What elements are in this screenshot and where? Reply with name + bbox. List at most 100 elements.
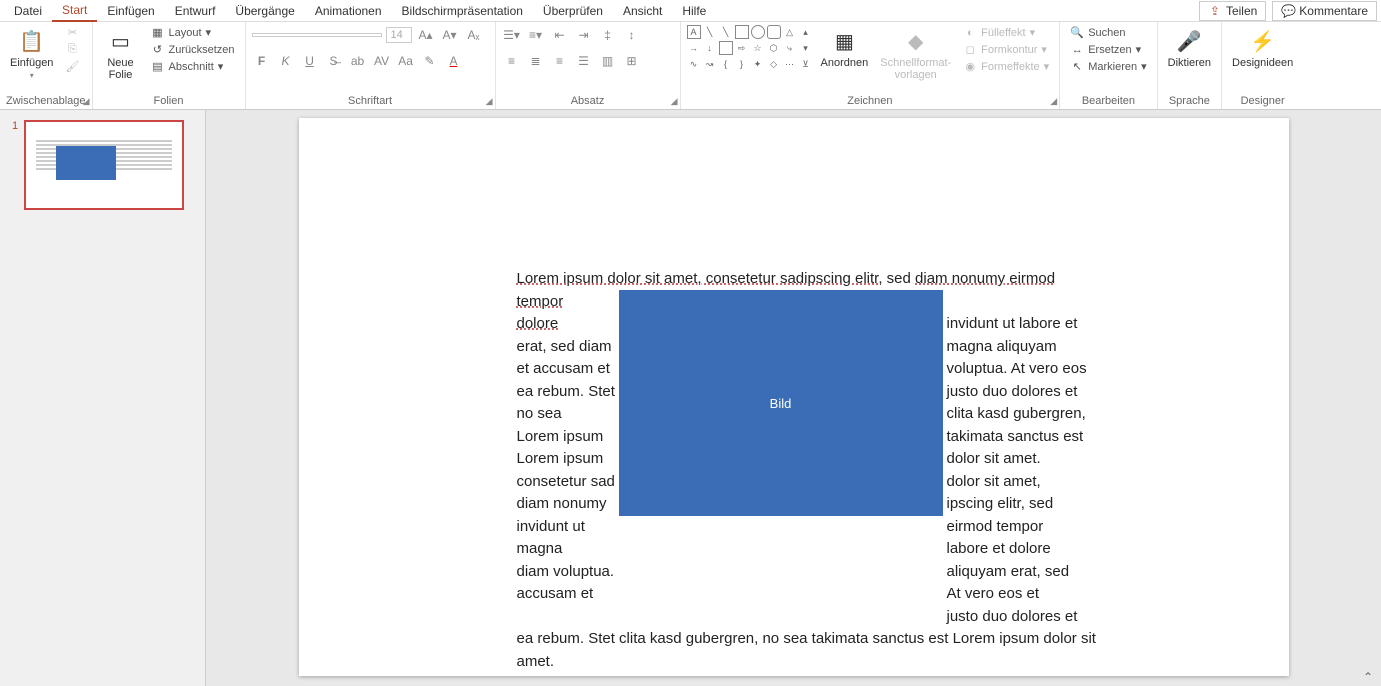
group-clipboard: 📋 Einfügen ▾ ✂ ⎘ 🖌 Zwischenablage ◢ — [0, 22, 93, 109]
columns-button[interactable]: ▥ — [598, 51, 618, 71]
shape-line[interactable]: ╲ — [703, 25, 717, 39]
numbering-button[interactable]: ≡▾ — [526, 25, 546, 45]
format-painter-button[interactable]: 🖌 — [61, 59, 83, 74]
paste-button[interactable]: 📋 Einfügen ▾ — [6, 25, 57, 82]
clipboard-launcher[interactable]: ◢ — [83, 96, 90, 107]
shape-more[interactable]: ⋯ — [783, 57, 797, 71]
t: labore et dolore — [947, 538, 1097, 561]
reset-button[interactable]: ↺Zurücksetzen — [147, 42, 239, 57]
effects-button[interactable]: ◉Formeffekte ▾ — [959, 59, 1053, 74]
change-case-button[interactable]: Aa — [396, 51, 416, 71]
align-left-button[interactable]: ≡ — [502, 51, 522, 71]
align-right-button[interactable]: ≡ — [550, 51, 570, 71]
tab-hilfe[interactable]: Hilfe — [672, 1, 716, 21]
find-button[interactable]: 🔍Suchen — [1066, 25, 1150, 40]
shape-arrow-d[interactable]: ↓ — [703, 41, 717, 55]
shape-brace-r[interactable]: } — [735, 57, 749, 71]
paragraph-launcher[interactable]: ◢ — [671, 96, 678, 107]
shape-triangle[interactable]: △ — [783, 25, 797, 39]
underline-button[interactable]: U — [300, 51, 320, 71]
t: erat, sed diam — [517, 336, 617, 359]
align-center-button[interactable]: ≣ — [526, 51, 546, 71]
text-left-col: dolore erat, sed diam et accusam et ea r… — [517, 313, 617, 628]
increase-font-button[interactable]: A▴ — [416, 25, 436, 45]
quick-styles-button[interactable]: ◆ Schnellformat- vorlagen — [876, 25, 955, 83]
tab-start[interactable]: Start — [52, 0, 97, 22]
shape-rect[interactable] — [735, 25, 749, 39]
font-color-button[interactable]: A — [444, 51, 464, 71]
tab-entwurf[interactable]: Entwurf — [165, 1, 226, 21]
highlight-button[interactable]: ✎ — [420, 51, 440, 71]
clear-format-button[interactable]: Aₓ — [464, 25, 484, 45]
tab-datei[interactable]: Datei — [4, 1, 52, 21]
copy-button[interactable]: ⎘ — [61, 42, 83, 57]
text-direction-button[interactable]: ↕ — [622, 25, 642, 45]
font-launcher[interactable]: ◢ — [486, 96, 493, 107]
replace-button[interactable]: ↔Ersetzen ▾ — [1066, 42, 1150, 57]
increase-indent-button[interactable]: ⇥ — [574, 25, 594, 45]
fill-icon: ◐ — [963, 27, 977, 39]
shape-arrow-r[interactable]: → — [687, 41, 701, 55]
shape-textbox[interactable]: A — [687, 25, 701, 39]
shapes-gallery[interactable]: A ╲ ╲ △ ▴ → ↓ ⇨ ☆ ⬡ ⤷ ▾ ∿ ↝ { } ✦ — [687, 25, 813, 71]
shape-curve2[interactable]: ↝ — [703, 57, 717, 71]
italic-button[interactable]: K — [276, 51, 296, 71]
shape-brace-l[interactable]: { — [719, 57, 733, 71]
new-slide-label: Neue Folie — [107, 57, 133, 81]
layout-button[interactable]: ▦Layout ▾ — [147, 25, 239, 40]
smartart-button[interactable]: ⊞ — [622, 51, 642, 71]
decrease-font-button[interactable]: A▾ — [440, 25, 460, 45]
shape-oval[interactable] — [751, 25, 765, 39]
shape-star[interactable]: ☆ — [751, 41, 765, 55]
shapes-scroll-down[interactable]: ▾ — [799, 41, 813, 55]
slide-thumbnail-1[interactable] — [24, 120, 184, 210]
shape-callout[interactable]: ◇ — [767, 57, 781, 71]
group-font: 14 A▴ A▾ Aₓ F K U S̶ ab AV Aa ✎ A Schrif… — [246, 22, 496, 109]
shape-square[interactable] — [719, 41, 733, 55]
tab-bildschirmpraesentation[interactable]: Bildschirmpräsentation — [392, 1, 533, 21]
tab-animationen[interactable]: Animationen — [305, 1, 392, 21]
tab-einfuegen[interactable]: Einfügen — [97, 1, 164, 21]
shape-curve[interactable]: ∿ — [687, 57, 701, 71]
shadow-button[interactable]: ab — [348, 51, 368, 71]
font-name-input[interactable] — [252, 33, 382, 37]
group-voice: 🎤 Diktieren Sprache — [1158, 22, 1222, 109]
drawing-launcher[interactable]: ◢ — [1050, 96, 1057, 107]
tab-ueberpruefen[interactable]: Überprüfen — [533, 1, 613, 21]
slide-1[interactable]: Lorem ipsum dolor sit amet, consetetur s… — [299, 118, 1289, 676]
outline-button[interactable]: ◻Formkontur ▾ — [959, 42, 1053, 57]
shape-rounded[interactable] — [767, 25, 781, 39]
shape-hex[interactable]: ⬡ — [767, 41, 781, 55]
tab-uebergaenge[interactable]: Übergänge — [225, 1, 304, 21]
dictate-button[interactable]: 🎤 Diktieren — [1164, 25, 1215, 71]
section-button[interactable]: ▤Abschnitt ▾ — [147, 59, 239, 74]
comments-button[interactable]: 💬Kommentare — [1272, 1, 1377, 21]
bullets-button[interactable]: ☰▾ — [502, 25, 522, 45]
bold-button[interactable]: F — [252, 51, 272, 71]
shape-line2[interactable]: ╲ — [719, 25, 733, 39]
cut-button[interactable]: ✂ — [61, 25, 83, 40]
new-slide-button[interactable]: ▭ Neue Folie — [99, 25, 143, 83]
shape-star2[interactable]: ✦ — [751, 57, 765, 71]
share-button[interactable]: ⇪Teilen — [1199, 1, 1266, 21]
collapse-ribbon-button[interactable]: ⌃ — [1363, 670, 1373, 684]
tab-ansicht[interactable]: Ansicht — [613, 1, 672, 21]
select-button[interactable]: ↖Markieren ▾ — [1066, 59, 1150, 74]
shapes-more-button[interactable]: ⊻ — [799, 57, 813, 71]
text-right-col: invidunt ut labore et magna aliquyam vol… — [947, 313, 1097, 628]
designer-group-label: Designer — [1228, 93, 1297, 109]
image-placeholder[interactable]: Bild — [619, 290, 943, 516]
slide-canvas-area[interactable]: Lorem ipsum dolor sit amet, consetetur s… — [206, 110, 1381, 686]
design-ideas-button[interactable]: ⚡ Designideen — [1228, 25, 1297, 71]
line-spacing-button[interactable]: ‡ — [598, 25, 618, 45]
strike-button[interactable]: S̶ — [324, 51, 344, 71]
arrange-button[interactable]: ▦ Anordnen — [817, 25, 873, 71]
decrease-indent-button[interactable]: ⇤ — [550, 25, 570, 45]
shapes-scroll-up[interactable]: ▴ — [799, 25, 813, 39]
justify-button[interactable]: ☰ — [574, 51, 594, 71]
shape-conn[interactable]: ⤷ — [783, 41, 797, 55]
fill-button[interactable]: ◐Fülleffekt ▾ — [959, 25, 1053, 40]
char-spacing-button[interactable]: AV — [372, 51, 392, 71]
font-size-input[interactable]: 14 — [386, 27, 412, 43]
shape-arrow[interactable]: ⇨ — [735, 41, 749, 55]
